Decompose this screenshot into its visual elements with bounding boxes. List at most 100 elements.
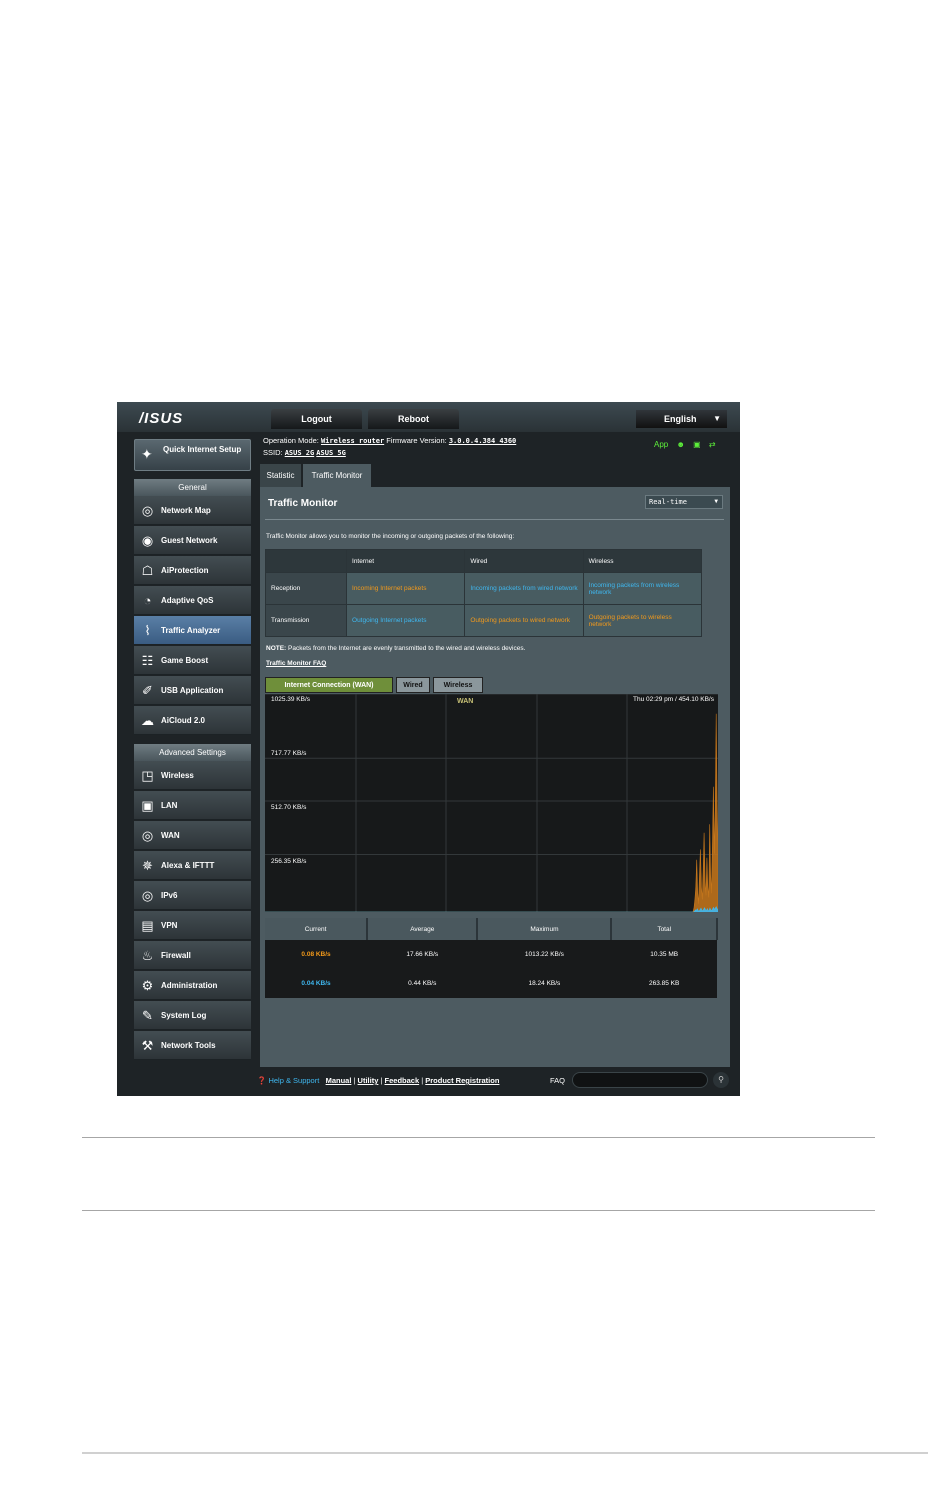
- sidebar-item-label: Traffic Analyzer: [161, 626, 221, 635]
- tab-wireless[interactable]: Wireless: [433, 677, 483, 693]
- sidebar-item-wireless[interactable]: ◳ Wireless: [134, 761, 251, 790]
- sidebar-item-network-tools[interactable]: ⚒ Network Tools: [134, 1031, 251, 1060]
- feedback-link[interactable]: Feedback: [385, 1076, 420, 1085]
- language-value: English: [664, 414, 697, 424]
- sidebar-item-label: LAN: [161, 801, 178, 810]
- ssid-line: SSID: ASUS_2G ASUS_5G: [263, 448, 346, 457]
- sidebar-item-label: Administration: [161, 981, 218, 990]
- traffic-chart-svg: [265, 693, 719, 913]
- help-support-label: Help & Support: [268, 1076, 320, 1085]
- clients-icon[interactable]: ☻: [676, 440, 684, 449]
- sidebar-item-label: USB Application: [161, 686, 224, 695]
- table-row: Reception Incoming Internet packets Inco…: [264, 572, 703, 605]
- sidebar-item-administration[interactable]: ⚙ Administration: [134, 971, 251, 1000]
- stats-cell: 10.35 MB: [611, 940, 717, 969]
- traffic-monitor-faq-link[interactable]: Traffic Monitor FAQ: [266, 660, 326, 667]
- note-label: NOTE:: [266, 645, 287, 652]
- sidebar-item-wan[interactable]: ◎ WAN: [134, 821, 251, 850]
- stats-header-row: Current Average Maximum Total: [265, 918, 718, 940]
- search-icon[interactable]: ⚲: [713, 1072, 729, 1088]
- op-mode-link[interactable]: Wireless router: [321, 437, 384, 445]
- log-icon: ✎: [142, 1008, 153, 1023]
- table-header: Internet: [346, 549, 466, 573]
- row-label: Transmission: [264, 604, 348, 637]
- tab-traffic-monitor[interactable]: Traffic Monitor: [303, 464, 371, 487]
- gamepad-icon: ☷: [141, 653, 154, 668]
- tab-statistic[interactable]: Statistic: [260, 464, 301, 487]
- sidebar-item-label: AiCloud 2.0: [161, 716, 206, 725]
- sidebar-item-label: Firewall: [161, 951, 191, 960]
- globe-icon: ◎: [141, 828, 154, 843]
- divider: [82, 1210, 875, 1211]
- asus-logo: /ISUS: [139, 410, 184, 427]
- sidebar-item-system-log[interactable]: ✎ System Log: [134, 1001, 251, 1030]
- router-admin-screenshot: /ISUS Logout Reboot English ▼ Operation …: [117, 402, 740, 1096]
- sidebar-item-guest-network[interactable]: ◉ Guest Network: [134, 526, 251, 555]
- sidebar-item-game-boost[interactable]: ☷ Game Boost: [134, 646, 251, 675]
- stats-cell: 1013.22 KB/s: [477, 940, 612, 969]
- table-cell: Outgoing Internet packets: [346, 604, 466, 637]
- stats-row-transmission: 0.04 KB/s 0.44 KB/s 18.24 KB/s 263.85 KB: [265, 969, 717, 998]
- gauge-icon: ◔: [143, 593, 152, 608]
- help-icon: ❓: [257, 1076, 267, 1085]
- tab-wired[interactable]: Wired: [396, 677, 430, 693]
- chevron-down-icon: ▼: [713, 414, 721, 423]
- reboot-button[interactable]: Reboot: [368, 409, 459, 429]
- usb-icon[interactable]: ⇄: [709, 440, 716, 449]
- sidebar-item-label: WAN: [161, 831, 180, 840]
- tab-internet-connection[interactable]: Internet Connection (WAN): [265, 677, 393, 693]
- ssid-label: SSID:: [263, 448, 283, 457]
- footer-links: ❓ Help & Support Manual | Utility | Feed…: [257, 1076, 500, 1085]
- vpn-icon: ▤: [141, 918, 154, 933]
- table-cell: Incoming packets from wireless network: [582, 572, 703, 605]
- table-cell: Incoming packets from wired network: [464, 572, 584, 605]
- sidebar-item-label: Network Map: [161, 506, 211, 515]
- language-select[interactable]: English ▼: [636, 410, 727, 428]
- stats-cell: 17.66 KB/s: [367, 940, 478, 969]
- sidebar-item-firewall[interactable]: ♨ Firewall: [134, 941, 251, 970]
- sidebar-item-ipv6[interactable]: ◎ IPv6: [134, 881, 251, 910]
- status-icons: App ☻ ▣ ⇄: [648, 440, 716, 449]
- mode-select[interactable]: Real-time ▼: [645, 495, 723, 509]
- sidebar-item-aiprotection[interactable]: ☖ AiProtection: [134, 556, 251, 585]
- sidebar-item-vpn[interactable]: ▤ VPN: [134, 911, 251, 940]
- sidebar-item-adaptive-qos[interactable]: ◔ Adaptive QoS: [134, 586, 251, 615]
- ssid-5g[interactable]: ASUS_5G: [316, 449, 346, 457]
- sidebar-item-usb-application[interactable]: ✐ USB Application: [134, 676, 251, 705]
- firmware-label: Firmware Version:: [386, 436, 447, 445]
- pulse-icon: ⌇: [144, 623, 151, 638]
- ssid-2g[interactable]: ASUS_2G: [285, 449, 315, 457]
- table-row: Transmission Outgoing Internet packets O…: [264, 604, 703, 637]
- stats-table: Current Average Maximum Total 0.08 KB/s …: [265, 918, 718, 998]
- faq-search-input[interactable]: [572, 1072, 708, 1088]
- sidebar-item-lan[interactable]: ▣ LAN: [134, 791, 251, 820]
- row-label: Reception: [264, 572, 348, 605]
- tools-icon: ⚒: [141, 1038, 154, 1053]
- page-title: Traffic Monitor: [268, 498, 338, 509]
- chevron-down-icon: ▼: [714, 498, 718, 505]
- stats-cell: 0.44 KB/s: [367, 969, 478, 998]
- stats-header: Current: [265, 918, 369, 940]
- gear-icon: ⚙: [141, 978, 154, 993]
- usb-device-icon[interactable]: ▣: [693, 440, 701, 449]
- ipv6-icon: ◎: [141, 888, 154, 903]
- alexa-icon: ✵: [142, 858, 153, 873]
- sidebar-item-network-map[interactable]: ◎ Network Map: [134, 496, 251, 525]
- manual-link[interactable]: Manual: [326, 1076, 352, 1085]
- utility-link[interactable]: Utility: [358, 1076, 379, 1085]
- app-link[interactable]: App: [654, 440, 668, 449]
- sidebar-item-aicloud-2-0[interactable]: ☁ AiCloud 2.0: [134, 706, 251, 735]
- table-header: Wireless: [582, 549, 703, 573]
- note: NOTE: Packets from the Internet are even…: [266, 645, 525, 652]
- sidebar-item-alexa-ifttt[interactable]: ✵ Alexa & IFTTT: [134, 851, 251, 880]
- quick-internet-setup-button[interactable]: ✦ Quick Internet Setup: [134, 439, 251, 471]
- operation-mode-line: Operation Mode: Wireless router Firmware…: [263, 436, 516, 445]
- divider: [82, 1452, 928, 1454]
- sidebar-item-traffic-analyzer[interactable]: ⌇ Traffic Analyzer: [134, 616, 251, 645]
- firmware-link[interactable]: 3.0.0.4.384_4360: [449, 437, 516, 445]
- divider: [265, 519, 724, 520]
- table-header-row: Internet Wired Wireless: [264, 549, 703, 573]
- logout-button[interactable]: Logout: [271, 409, 362, 429]
- guest-globe-icon: ◉: [141, 533, 154, 548]
- product-registration-link[interactable]: Product Registration: [425, 1076, 499, 1085]
